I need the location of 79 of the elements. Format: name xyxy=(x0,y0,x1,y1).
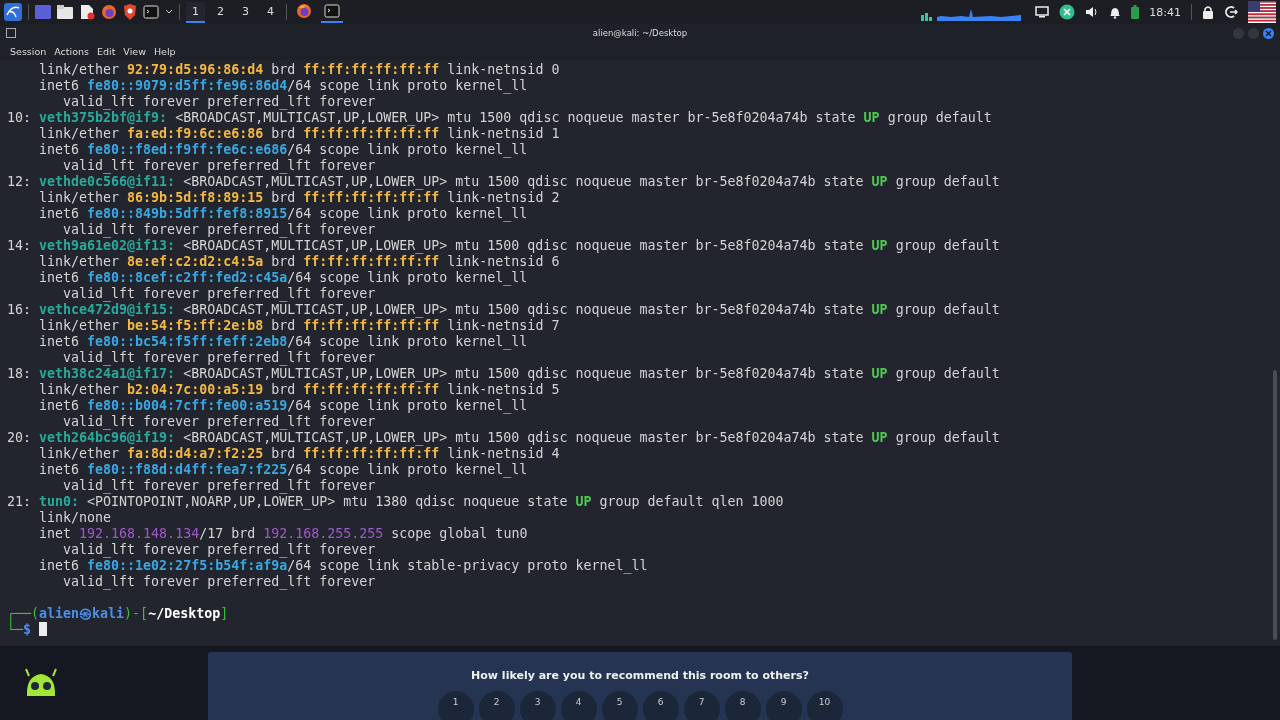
logout-icon[interactable] xyxy=(1224,5,1238,19)
battery-icon[interactable] xyxy=(1131,5,1140,19)
folder-icon[interactable] xyxy=(57,5,73,19)
terminal-line: link/ether fa:8d:d4:a7:f2:25 brd ff:ff:ff:ff:ff:ff link-netnsid 4 xyxy=(38,446,561,462)
terminal-line: 14: veth9a61e02@if13: <BROADCAST,MULTICAST,UP,LOWER_UP> mtu 1500 qdisc noqueue master br-5e8f0204a74b state UP group default xyxy=(7,238,1001,254)
lion-shield-icon[interactable] xyxy=(123,4,137,20)
menu-item[interactable]: Edit xyxy=(92,45,120,57)
terminal-line: valid_lft forever preferred_lft forever xyxy=(62,286,377,302)
terminal-line: inet6 fe80::8cef:c2ff:fed2:c45a/64 scope link proto kernel_ll xyxy=(38,270,529,286)
terminal-line: inet6 fe80::849b:5dff:fef8:8915/64 scope link proto kernel_ll xyxy=(38,206,529,222)
robot-logo-icon xyxy=(24,668,58,698)
browser-icon xyxy=(296,3,312,19)
terminal-line: valid_lft forever preferred_lft forever xyxy=(62,542,377,558)
terminal-line: 10: veth375b2bf@if9: <BROADCAST,MULTICAST,UP,LOWER_UP> mtu 1500 qdisc noqueue master br-5e8f0204a74b state UP group default xyxy=(7,110,993,126)
sync-icon[interactable] xyxy=(1059,4,1076,20)
terminal-line: valid_lft forever preferred_lft forever xyxy=(62,158,377,174)
terminal-line: inet6 fe80::1e02:27f5:b54f:af9a/64 scope link stable-privacy proto kernel_ll xyxy=(38,558,649,574)
terminal-line: 21: tun0: <POINTOPOINT,NOARP,UP,LOWER_UP> mtu 1380 qdisc noqueue state UP group default qlen 1000 xyxy=(7,494,785,510)
browser-icon[interactable] xyxy=(101,4,117,20)
terminal-line: 16: vethce472d9@if15: <BROADCAST,MULTICAST,UP,LOWER_UP> mtu 1500 qdisc noqueue master br-5e8f0204a74b state UP group default xyxy=(7,302,1001,318)
rating-button[interactable]: 1 xyxy=(437,691,474,720)
rating-button[interactable]: 8 xyxy=(724,691,761,720)
scrollbar[interactable] xyxy=(1273,370,1277,640)
terminal-line: link/ether be:54:f5:ff:2e:b8 brd ff:ff:ff:ff:ff:ff link-netnsid 7 xyxy=(38,318,561,334)
window-title: alien@kali: ~/Desktop xyxy=(592,28,688,38)
terminal-line: 18: veth38c24a1@if17: <BROADCAST,MULTICAST,UP,LOWER_UP> mtu 1500 qdisc noqueue master br-5e8f0204a74b state UP group default xyxy=(7,366,1001,382)
menu-item[interactable]: Help xyxy=(149,45,180,57)
terminal-line: valid_lft forever preferred_lft forever xyxy=(62,574,377,590)
terminal-icon xyxy=(324,3,340,19)
terminal-line: └─$ xyxy=(7,622,1280,638)
terminal-line: link/none xyxy=(38,510,113,526)
terminal-line: valid_lft forever preferred_lft forever xyxy=(62,222,377,238)
terminal-line: valid_lft forever preferred_lft forever xyxy=(62,414,377,430)
terminal-line: inet6 fe80::f88d:d4ff:fea7:f225/64 scope link proto kernel_ll xyxy=(38,462,529,478)
workspace-button[interactable]: 4 xyxy=(261,1,280,23)
terminal-line: inet 192.168.148.134/17 brd 192.168.255.255 scope global tun0 xyxy=(38,526,529,542)
terminal-line: 20: veth264bc96@if19: <BROADCAST,MULTICAST,UP,LOWER_UP> mtu 1500 qdisc noqueue master br-5e8f0204a74b state UP group default xyxy=(7,430,1001,446)
terminal-line: link/ether 8e:ef:c2:d2:c4:5a brd ff:ff:ff:ff:ff:ff link-netnsid 6 xyxy=(38,254,561,270)
feedback-question: How likely are you to recommend this room to others? xyxy=(471,669,809,682)
volume-icon[interactable] xyxy=(1085,5,1100,19)
menu-item[interactable]: Session xyxy=(6,45,51,57)
lock-icon[interactable] xyxy=(1202,5,1214,19)
terminal-line: link/ether b2:04:7c:00:a5:19 brd ff:ff:ff:ff:ff:ff link-netnsid 5 xyxy=(38,382,561,398)
terminal-line: 12: vethde0c566@if11: <BROADCAST,MULTICAST,UP,LOWER_UP> mtu 1500 qdisc noqueue master br-5e8f0204a74b state UP group default xyxy=(7,174,1001,190)
terminal-icon xyxy=(6,28,16,38)
menu-item[interactable]: View xyxy=(119,45,150,57)
caret-icon[interactable] xyxy=(165,9,173,15)
workspace-button[interactable]: 2 xyxy=(211,1,230,23)
terminal-line: inet6 fe80::bc54:f5ff:feff:2eb8/64 scope link proto kernel_ll xyxy=(38,334,529,350)
rating-button[interactable]: 3 xyxy=(519,691,556,720)
dragon-logo-icon[interactable] xyxy=(4,3,22,21)
rating-button[interactable]: 2 xyxy=(478,691,515,720)
rating-button[interactable]: 5 xyxy=(601,691,638,720)
terminal-line: inet6 fe80::f8ed:f9ff:fe6c:e686/64 scope link proto kernel_ll xyxy=(38,142,529,158)
rating-button[interactable]: 10 xyxy=(806,691,843,720)
monitor-icon[interactable] xyxy=(1035,6,1050,18)
close-button[interactable] xyxy=(1263,27,1274,39)
rating-button[interactable]: 9 xyxy=(765,691,802,720)
menu-item[interactable]: Actions xyxy=(50,45,93,57)
rating-button[interactable]: 7 xyxy=(683,691,720,720)
terminal-line: valid_lft forever preferred_lft forever xyxy=(62,94,377,110)
bell-icon[interactable] xyxy=(1109,5,1122,19)
rating-button[interactable]: 4 xyxy=(560,691,597,720)
terminal-line: link/ether fa:ed:f9:6c:e6:86 brd ff:ff:ff:ff:ff:ff link-netnsid 1 xyxy=(38,126,561,142)
workspace-button[interactable]: 3 xyxy=(236,1,255,23)
terminal-icon[interactable] xyxy=(143,4,159,20)
terminal-line: link/ether 92:79:d5:96:86:d4 brd ff:ff:ff:ff:ff:ff link-netnsid 0 xyxy=(38,62,561,78)
taskbar-app-button[interactable] xyxy=(321,1,343,23)
terminal-line: valid_lft forever preferred_lft forever xyxy=(62,478,377,494)
document-icon[interactable] xyxy=(79,4,95,20)
rating-button[interactable]: 6 xyxy=(642,691,679,720)
terminal-line: inet6 fe80::9079:d5ff:fe96:86d4/64 scope link proto kernel_ll xyxy=(38,78,529,94)
flag-icon[interactable] xyxy=(1248,1,1276,23)
terminal-line: ┌──(alien㉿kali)-[~/Desktop] xyxy=(7,606,230,622)
workspace-button[interactable]: 1 xyxy=(186,1,205,23)
terminal-line: inet6 fe80::b004:7cff:fe00:a519/64 scope link proto kernel_ll xyxy=(38,398,529,414)
clock[interactable]: 18:41 xyxy=(1149,5,1181,19)
terminal-line: link/ether 86:9b:5d:f8:89:15 brd ff:ff:ff:ff:ff:ff link-netnsid 2 xyxy=(38,190,561,206)
terminal-line: valid_lft forever preferred_lft forever xyxy=(62,350,377,366)
